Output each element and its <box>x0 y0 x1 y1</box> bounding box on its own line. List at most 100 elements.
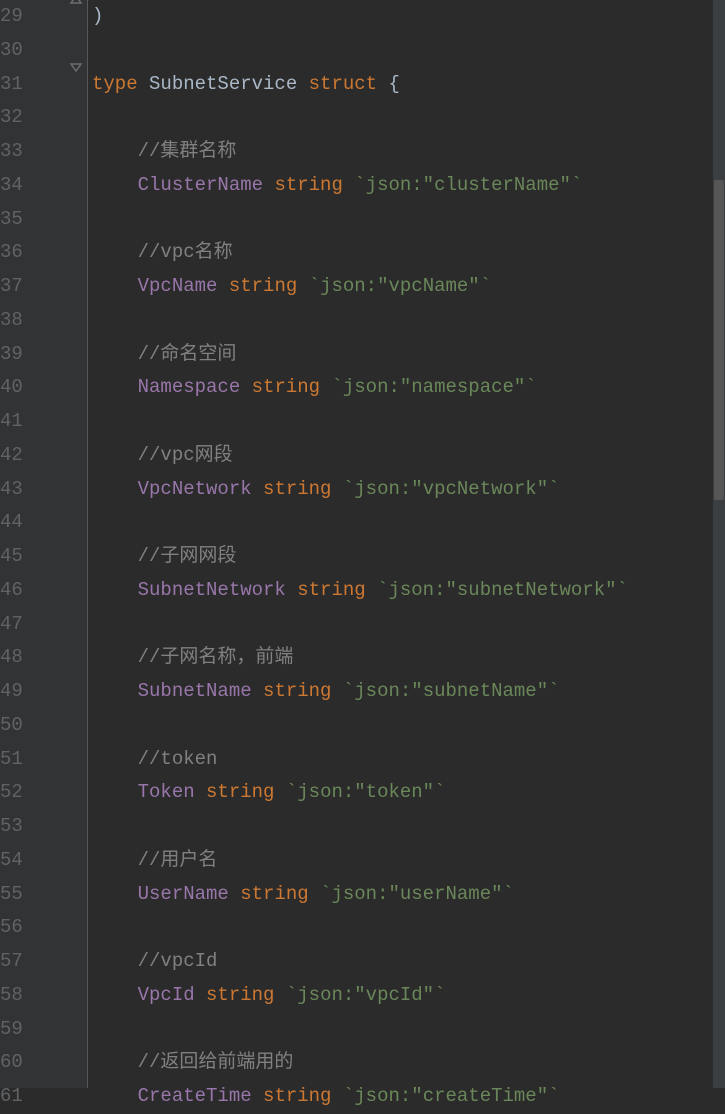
code-line: Token string `json:"token"` <box>92 776 725 810</box>
line-number: 46 <box>0 574 20 608</box>
code-line: //子网名称，前端 <box>92 641 725 675</box>
line-number: 31 <box>0 68 20 102</box>
code-line <box>92 203 725 237</box>
brace-close: ) <box>92 5 103 27</box>
field-type: string <box>263 680 331 702</box>
struct-tag: `json:"userName"` <box>320 883 514 905</box>
comment: //vpcId <box>138 950 218 972</box>
code-line: ClusterName string `json:"clusterName"` <box>92 169 725 203</box>
field-name: Token <box>138 781 195 803</box>
line-number: 34 <box>0 169 20 203</box>
code-line: //vpc名称 <box>92 236 725 270</box>
code-line <box>92 810 725 844</box>
field-type: string <box>263 1085 331 1107</box>
line-number: 38 <box>0 304 20 338</box>
code-line: Namespace string `json:"namespace"` <box>92 371 725 405</box>
line-number: 55 <box>0 878 20 912</box>
code-line: VpcNetwork string `json:"vpcNetwork"` <box>92 473 725 507</box>
code-line: ) <box>92 0 725 34</box>
struct-tag: `json:"token"` <box>286 781 446 803</box>
code-line <box>92 709 725 743</box>
field-name: VpcNetwork <box>138 478 252 500</box>
line-number: 36 <box>0 236 20 270</box>
comment: //用户名 <box>138 849 218 871</box>
struct-tag: `json:"subnetNetwork"` <box>377 579 628 601</box>
field-name: VpcName <box>138 275 218 297</box>
vertical-scrollbar-track[interactable] <box>713 0 725 1088</box>
fold-end-icon[interactable] <box>68 0 84 8</box>
code-line: //vpc网段 <box>92 439 725 473</box>
field-name: CreateTime <box>138 1085 252 1107</box>
code-area[interactable]: ) type SubnetService struct { //集群名称 Clu… <box>88 0 725 1088</box>
field-type: string <box>240 883 308 905</box>
line-number: 57 <box>0 945 20 979</box>
comment: //返回给前端用的 <box>138 1051 294 1073</box>
comment: //集群名称 <box>138 140 237 162</box>
field-name: UserName <box>138 883 229 905</box>
comment: //token <box>138 748 218 770</box>
line-number: 59 <box>0 1013 20 1047</box>
line-number: 51 <box>0 743 20 777</box>
comment: //命名空间 <box>138 343 237 365</box>
field-type: string <box>274 174 342 196</box>
field-name: ClusterName <box>138 174 263 196</box>
keyword-struct: struct <box>309 73 377 95</box>
code-line: //子网网段 <box>92 540 725 574</box>
line-number: 33 <box>0 135 20 169</box>
code-editor: 2930313233343536373839404142434445464748… <box>0 0 725 1088</box>
line-number: 58 <box>0 979 20 1013</box>
code-line <box>92 506 725 540</box>
code-line: UserName string `json:"userName"` <box>92 878 725 912</box>
vertical-scrollbar-thumb[interactable] <box>714 180 724 500</box>
code-line: //vpcId <box>92 945 725 979</box>
line-number: 29 <box>0 0 20 34</box>
line-number: 61 <box>0 1080 20 1114</box>
line-number: 49 <box>0 675 20 709</box>
line-number: 56 <box>0 911 20 945</box>
field-name: Namespace <box>138 376 241 398</box>
struct-tag: `json:"vpcNetwork"` <box>343 478 560 500</box>
keyword-type: type <box>92 73 138 95</box>
code-line: //命名空间 <box>92 338 725 372</box>
line-number: 60 <box>0 1046 20 1080</box>
line-number: 41 <box>0 405 20 439</box>
code-line <box>92 101 725 135</box>
field-name: SubnetName <box>138 680 252 702</box>
field-type: string <box>297 579 365 601</box>
line-number: 54 <box>0 844 20 878</box>
field-type: string <box>252 376 320 398</box>
struct-tag: `json:"vpcName"` <box>309 275 491 297</box>
struct-tag: `json:"subnetName"` <box>343 680 560 702</box>
type-identifier: SubnetService <box>149 73 297 95</box>
field-type: string <box>206 984 274 1006</box>
line-number: 30 <box>0 34 20 68</box>
comment: //vpc网段 <box>138 444 233 466</box>
code-line: //返回给前端用的 <box>92 1046 725 1080</box>
line-numbers: 2930313233343536373839404142434445464748… <box>0 0 20 1114</box>
line-number: 32 <box>0 101 20 135</box>
field-type: string <box>206 781 274 803</box>
line-number: 53 <box>0 810 20 844</box>
field-type: string <box>263 478 331 500</box>
code-line: //用户名 <box>92 844 725 878</box>
struct-tag: `json:"createTime"` <box>343 1085 560 1107</box>
line-number: 40 <box>0 371 20 405</box>
field-type: string <box>229 275 297 297</box>
code-line: //集群名称 <box>92 135 725 169</box>
field-name: SubnetNetwork <box>138 579 286 601</box>
line-number: 37 <box>0 270 20 304</box>
line-number: 52 <box>0 776 20 810</box>
line-number: 48 <box>0 641 20 675</box>
line-number: 39 <box>0 338 20 372</box>
fold-start-icon[interactable] <box>68 60 84 76</box>
code-line <box>92 608 725 642</box>
line-number: 43 <box>0 473 20 507</box>
code-line: SubnetName string `json:"subnetName"` <box>92 675 725 709</box>
code-line <box>92 1013 725 1047</box>
code-line: type SubnetService struct { <box>92 68 725 102</box>
struct-tag: `json:"clusterName"` <box>354 174 582 196</box>
comment: //子网网段 <box>138 545 237 567</box>
brace-open: { <box>388 73 399 95</box>
comment: //vpc名称 <box>138 241 233 263</box>
struct-tag: `json:"namespace"` <box>331 376 536 398</box>
